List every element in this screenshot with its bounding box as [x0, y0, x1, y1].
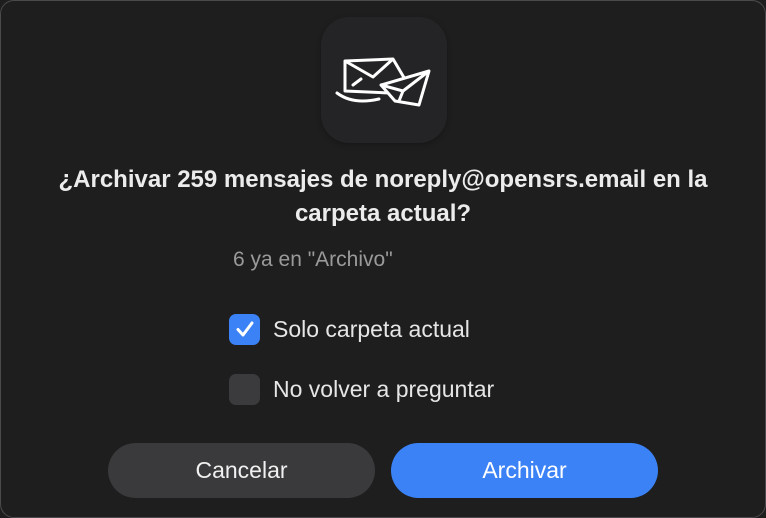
mail-archive-icon [321, 17, 447, 143]
checkbox-checked[interactable] [229, 313, 260, 345]
option-current-folder-only[interactable]: Solo carpeta actual [229, 313, 470, 345]
checkbox-unchecked[interactable] [229, 373, 260, 405]
cancel-button[interactable]: Cancelar [108, 443, 375, 498]
option-label: No volver a preguntar [273, 375, 495, 402]
option-label: Solo carpeta actual [273, 315, 470, 342]
archive-button[interactable]: Archivar [391, 443, 658, 498]
checkmark-icon [236, 321, 253, 337]
dialog-subtitle: 6 ya en "Archivo" [233, 248, 393, 271]
dialog-title: ¿Archivar 259 mensajes de noreply@opensr… [58, 166, 708, 227]
option-dont-ask-again[interactable]: No volver a preguntar [229, 373, 494, 405]
archive-dialog: ¿Archivar 259 mensajes de noreply@opensr… [0, 0, 766, 518]
